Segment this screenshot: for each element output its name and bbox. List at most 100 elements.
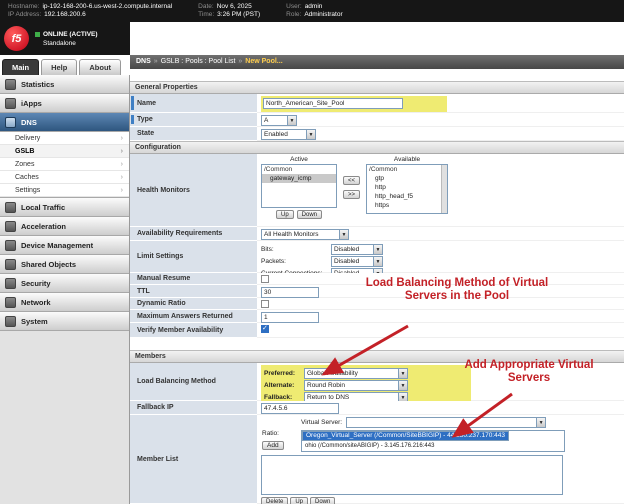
breadcrumb-path[interactable]: GSLB : Pools : Pool List: [161, 58, 236, 65]
sidebar-item-dns[interactable]: DNS: [0, 113, 129, 132]
available-monitors-listbox[interactable]: /Common gtp http http_head_f5 https: [366, 164, 448, 214]
role-value: Administrator: [304, 11, 342, 18]
monitor-up-button[interactable]: Up: [276, 210, 294, 219]
time-value: 3:26 PM (PST): [217, 11, 260, 18]
preferred-select[interactable]: Global Availability▼: [304, 368, 408, 379]
check-icon: ✓: [262, 324, 268, 332]
device-status: ONLINE (ACTIVE) Standalone: [35, 31, 98, 47]
move-left-button[interactable]: <<: [343, 176, 360, 185]
sidebar-item-acceleration[interactable]: Acceleration: [0, 217, 129, 236]
member-down-button[interactable]: Down: [310, 497, 335, 504]
section-general-properties: General Properties: [130, 81, 624, 94]
security-icon: [5, 278, 16, 289]
availability-requirements-row: Availability Requirements All Health Mon…: [130, 227, 624, 241]
tab-about[interactable]: About: [79, 59, 121, 75]
member-list-textarea[interactable]: [261, 455, 563, 495]
list-item[interactable]: https: [367, 201, 447, 210]
ttl-input[interactable]: 30: [261, 287, 319, 298]
manual-resume-checkbox[interactable]: [261, 275, 269, 283]
dropdown-arrow-icon: ▼: [373, 257, 382, 266]
list-item[interactable]: Oregon_Virtual_Server (/Common/SiteBBIGI…: [302, 431, 509, 441]
tab-main[interactable]: Main: [2, 59, 39, 75]
sidebar-item-local-traffic[interactable]: Local Traffic: [0, 198, 129, 217]
user-info: User:admin Role:Administrator: [286, 3, 342, 19]
add-button[interactable]: Add: [262, 441, 284, 450]
verify-member-row: Verify Member Availability ✓: [130, 323, 624, 338]
scrollbar[interactable]: [441, 165, 447, 213]
active-monitors-listbox[interactable]: /Common gateway_icmp: [261, 164, 337, 208]
sidebar-item-system[interactable]: System: [0, 312, 129, 331]
availability-requirements-select[interactable]: All Health Monitors▼: [261, 229, 349, 240]
move-right-button[interactable]: >>: [343, 190, 360, 199]
dynamic-ratio-checkbox[interactable]: [261, 300, 269, 308]
chevron-right-icon: ›: [121, 145, 123, 158]
name-label: Name: [130, 94, 257, 113]
user-value: admin: [305, 3, 323, 10]
dropdown-arrow-icon: ▼: [398, 369, 407, 378]
state-label: State: [130, 127, 257, 141]
sidebar-item-device-management[interactable]: Device Management: [0, 236, 129, 255]
sidebar-item-security[interactable]: Security: [0, 274, 129, 293]
sidebar-item-iapps[interactable]: iApps: [0, 94, 129, 113]
system-info-bar: Hostname:ip-192-168-200-6.us-west-2.comp…: [0, 0, 624, 22]
alternate-label: Alternate:: [264, 382, 304, 389]
f5-logo: f5: [4, 26, 29, 51]
sidebar-item-network[interactable]: Network: [0, 293, 129, 312]
system-icon: [5, 316, 16, 327]
user-label: User:: [286, 3, 302, 10]
verify-member-checkbox[interactable]: ✓: [261, 325, 269, 333]
available-column-label: Available: [394, 156, 420, 163]
list-item[interactable]: gtp: [367, 174, 447, 183]
role-label: Role:: [286, 11, 301, 18]
datetime-info: Date:Nov 6, 2025 Time:3:26 PM (PST): [198, 3, 260, 19]
banner: f5 ONLINE (ACTIVE) Standalone: [0, 22, 130, 55]
active-column-label: Active: [290, 156, 308, 163]
online-status-text: ONLINE (ACTIVE): [43, 31, 98, 38]
sidebar-item-gslb[interactable]: GSLB›: [0, 145, 129, 158]
member-up-button[interactable]: Up: [290, 497, 308, 504]
monitor-down-button[interactable]: Down: [297, 210, 322, 219]
list-item[interactable]: ohio (/Common/siteABIGIP) - 3.145.176.21…: [302, 441, 564, 451]
virtual-server-select[interactable]: ▼: [346, 417, 546, 428]
nav-tabs: Main Help About: [2, 57, 121, 75]
ip-label: IP Address:: [8, 11, 41, 18]
list-item[interactable]: gateway_icmp: [262, 174, 336, 183]
sidebar-item-caches[interactable]: Caches›: [0, 171, 129, 184]
chevron-right-icon: ›: [121, 184, 123, 197]
dropdown-arrow-icon: ▼: [306, 130, 315, 139]
local-traffic-icon: [5, 202, 16, 213]
max-answers-input[interactable]: 1: [261, 312, 319, 323]
list-item[interactable]: http_head_f5: [367, 192, 447, 201]
fallback-ip-label: Fallback IP: [130, 401, 257, 415]
breadcrumb-current: New Pool...: [245, 58, 282, 65]
sidebar-item-zones[interactable]: Zones›: [0, 158, 129, 171]
breadcrumb-separator: »: [154, 58, 158, 65]
limit-settings-label: Limit Settings: [130, 241, 257, 273]
sidebar-item-delivery[interactable]: Delivery›: [0, 132, 129, 145]
type-select[interactable]: A▼: [261, 115, 297, 126]
sidebar-item-settings[interactable]: Settings›: [0, 184, 129, 197]
dropdown-arrow-icon: ▼: [536, 418, 545, 427]
list-item[interactable]: http: [367, 183, 447, 192]
iapps-icon: [5, 98, 16, 109]
bits-select[interactable]: Disabled▼: [331, 244, 383, 255]
breadcrumb-root[interactable]: DNS: [136, 58, 151, 65]
sidebar-item-shared-objects[interactable]: Shared Objects: [0, 255, 129, 274]
statistics-icon: [5, 79, 16, 90]
bits-label: Bits:: [261, 246, 331, 253]
delete-button[interactable]: Delete: [261, 497, 288, 504]
health-monitors-label: Health Monitors: [130, 154, 257, 227]
dynamic-ratio-label: Dynamic Ratio: [130, 298, 257, 310]
packets-select[interactable]: Disabled▼: [331, 256, 383, 267]
tab-help[interactable]: Help: [41, 59, 77, 75]
max-answers-label: Maximum Answers Returned: [130, 310, 257, 323]
fallback-ip-input[interactable]: 47.4.5.6: [261, 403, 339, 414]
packets-label: Packets:: [261, 258, 331, 265]
state-select[interactable]: Enabled▼: [261, 129, 316, 140]
virtual-server-list[interactable]: Oregon_Virtual_Server (/Common/SiteBBIGI…: [301, 430, 565, 452]
name-row: Name North_American_Site_Pool: [130, 94, 624, 113]
chevron-right-icon: ›: [121, 158, 123, 171]
name-input[interactable]: North_American_Site_Pool: [263, 98, 403, 109]
alternate-select[interactable]: Round Robin▼: [304, 380, 408, 391]
sidebar-item-statistics[interactable]: Statistics: [0, 75, 129, 94]
